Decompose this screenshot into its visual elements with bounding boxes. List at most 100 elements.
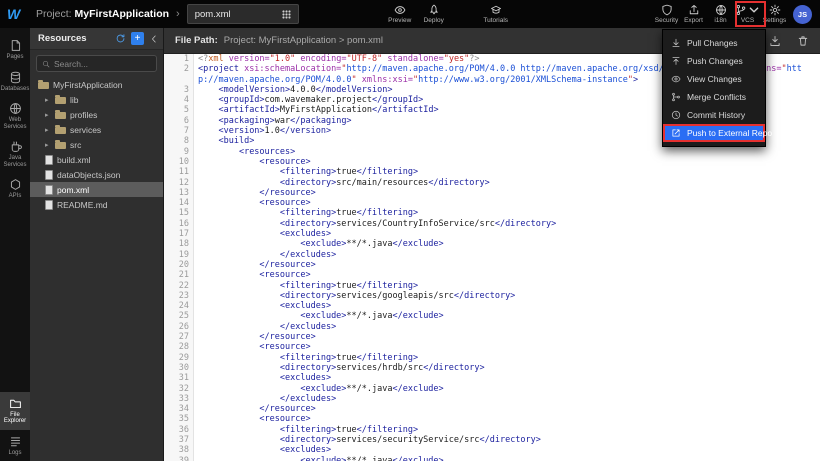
sidebar-item-apis[interactable]: APIs: [0, 173, 30, 205]
eye-icon: [394, 4, 406, 16]
line-number: 37: [164, 435, 194, 445]
tree-item-pom-xml[interactable]: pom.xml: [30, 182, 163, 197]
coffee-cup-icon: [9, 140, 22, 153]
menu-item-merge-conflicts[interactable]: Merge Conflicts: [663, 88, 765, 106]
code-line: 27 </resource>: [164, 332, 820, 342]
menu-item-pull-changes[interactable]: Pull Changes: [663, 34, 765, 52]
wavemaker-logo[interactable]: W: [0, 0, 30, 28]
refresh-icon[interactable]: [115, 33, 126, 44]
code-line: 29 <filtering>true</filtering>: [164, 353, 820, 363]
collapse-panel-icon[interactable]: [149, 34, 159, 44]
rocket-icon: [428, 4, 440, 16]
line-number: 19: [164, 250, 194, 260]
sidebar-item-file-explorer[interactable]: File Explorer: [0, 392, 30, 430]
chevron-right-icon[interactable]: ▸: [45, 126, 51, 134]
line-number: 27: [164, 332, 194, 342]
line-number: 16: [164, 219, 194, 229]
resources-title: Resources: [38, 33, 87, 44]
line-number: 23: [164, 291, 194, 301]
settings-button[interactable]: Settings: [761, 0, 788, 28]
search-icon: [42, 60, 50, 68]
export-button[interactable]: Export: [680, 0, 707, 28]
vcs-button[interactable]: VCS: [734, 0, 761, 28]
chevron-right-icon[interactable]: ▸: [45, 96, 51, 104]
sidebar-item-java-services[interactable]: Java Services: [0, 135, 30, 173]
i18n-button[interactable]: i18n: [707, 0, 734, 28]
arrow-down-icon: [671, 38, 681, 48]
line-number: 38: [164, 445, 194, 455]
line-number: 34: [164, 404, 194, 414]
code-line: 25 <exclude>**/*.java</exclude>: [164, 311, 820, 321]
file-icon: [45, 200, 53, 210]
line-number: 18: [164, 239, 194, 249]
search-input[interactable]: [54, 59, 151, 69]
line-number: 26: [164, 322, 194, 332]
tree-item-services[interactable]: ▸ services: [30, 122, 163, 137]
folder-icon: [55, 127, 66, 134]
line-number: 12: [164, 178, 194, 188]
database-icon: [9, 71, 22, 84]
tree-item-profiles[interactable]: ▸ profiles: [30, 107, 163, 122]
line-number: 28: [164, 342, 194, 352]
menu-item-push-changes[interactable]: Push Changes: [663, 52, 765, 70]
code-line: 22 <filtering>true</filtering>: [164, 281, 820, 291]
sidebar-item-pages[interactable]: Pages: [0, 34, 30, 66]
tree-item-readme-md[interactable]: README.md: [30, 197, 163, 212]
code-line: 17 <excludes>: [164, 229, 820, 239]
code-line: 37 <directory>services/securityService/s…: [164, 435, 820, 445]
tree-item-lib[interactable]: ▸ lib: [30, 92, 163, 107]
download-file-icon[interactable]: [769, 35, 781, 47]
merge-icon: [671, 92, 681, 102]
globe-icon: [9, 102, 22, 115]
tutorials-button[interactable]: Tutorials: [479, 0, 513, 28]
menu-item-push-to-external-repo[interactable]: Push to External Repo: [663, 124, 765, 142]
add-resource-button[interactable]: +: [131, 32, 144, 45]
line-number: 8: [164, 136, 194, 146]
tree-item-dataobjects-json[interactable]: dataObjects.json: [30, 167, 163, 182]
line-number: 4: [164, 95, 194, 105]
chevron-right-icon[interactable]: ▸: [45, 141, 51, 149]
code-line: 28 <resource>: [164, 342, 820, 352]
menu-item-view-changes[interactable]: View Changes: [663, 70, 765, 88]
code-line: 24 <excludes>: [164, 301, 820, 311]
resources-panel: Resources + MyFirstApplication ▸ lib ▸ p…: [30, 28, 164, 461]
code-line: 39 <exclude>**/*.java</exclude>: [164, 456, 820, 461]
line-number: 30: [164, 363, 194, 373]
preview-button[interactable]: Preview: [383, 0, 417, 28]
folder-icon: [9, 397, 22, 410]
tree-item-myfirstapplication[interactable]: MyFirstApplication: [30, 77, 163, 92]
tree-item-src[interactable]: ▸ src: [30, 137, 163, 152]
code-line: 23 <directory>services/googleapis/src</d…: [164, 291, 820, 301]
code-line: 34 </resource>: [164, 404, 820, 414]
line-number: 33: [164, 394, 194, 404]
code-line: 18 <exclude>**/*.java</exclude>: [164, 239, 820, 249]
history-clock-icon: [671, 110, 681, 120]
chevron-right-icon[interactable]: ▸: [45, 111, 51, 119]
file-icon: [45, 155, 53, 165]
sidebar-item-web-services[interactable]: Web Services: [0, 97, 30, 135]
line-number: 9: [164, 147, 194, 157]
grid-icon[interactable]: [282, 10, 291, 19]
file-icon: [45, 170, 53, 180]
user-avatar[interactable]: JS: [793, 5, 812, 24]
line-number: 22: [164, 281, 194, 291]
sidebar-item-databases[interactable]: Databases: [0, 66, 30, 98]
menu-item-commit-history[interactable]: Commit History: [663, 106, 765, 124]
delete-file-icon[interactable]: [797, 35, 809, 47]
line-number: 20: [164, 260, 194, 270]
code-line: 14 <resource>: [164, 198, 820, 208]
security-button[interactable]: Security: [653, 0, 680, 28]
code-line: 13 </resource>: [164, 188, 820, 198]
code-line: 31 <excludes>: [164, 373, 820, 383]
deploy-button[interactable]: Deploy: [417, 0, 451, 28]
code-line: 20 </resource>: [164, 260, 820, 270]
code-line: 19 </excludes>: [164, 250, 820, 260]
code-line: 32 <exclude>**/*.java</exclude>: [164, 384, 820, 394]
line-number: 21: [164, 270, 194, 280]
sidebar-item-logs[interactable]: Logs: [0, 430, 30, 461]
file-path-actions: [769, 35, 809, 47]
line-number: 10: [164, 157, 194, 167]
resources-search: [36, 55, 157, 72]
tree-item-build-xml[interactable]: build.xml: [30, 152, 163, 167]
tab-pom-xml[interactable]: pom.xml: [187, 4, 299, 24]
